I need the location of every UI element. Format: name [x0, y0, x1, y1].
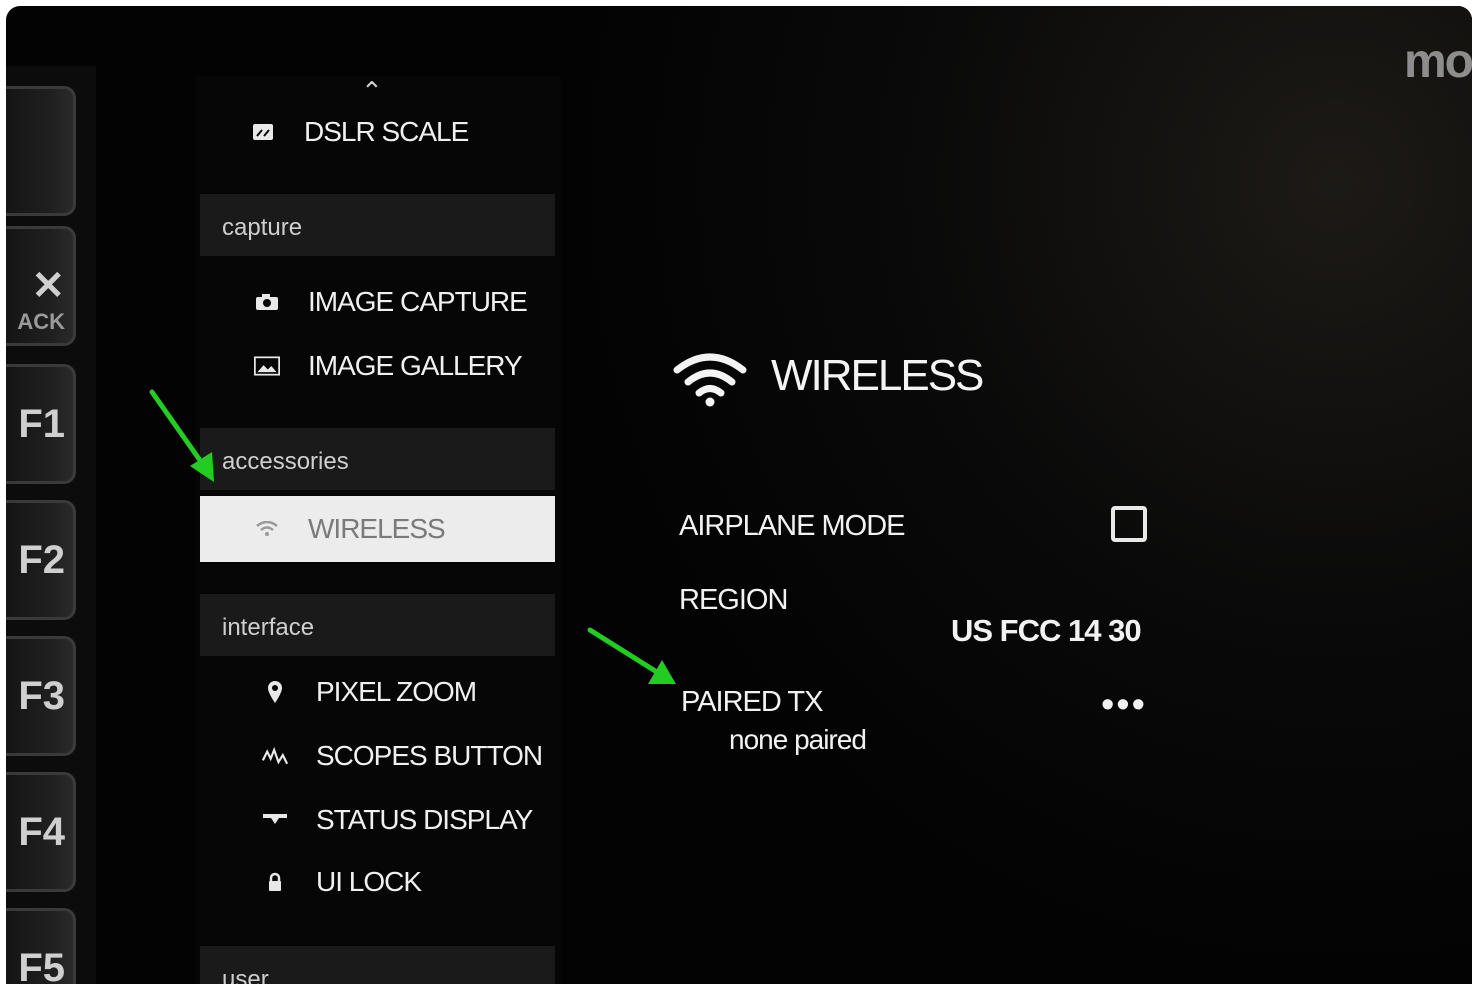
- status-bar-icon: [262, 807, 288, 833]
- camera-icon: [254, 289, 280, 315]
- airplane-mode-checkbox[interactable]: [1111, 506, 1147, 542]
- hardware-key-f4[interactable]: F4: [6, 772, 76, 892]
- paired-tx-label: PAIRED TX: [681, 686, 823, 718]
- hardware-key-f1[interactable]: F1: [6, 364, 76, 484]
- more-options-button[interactable]: •••: [1101, 686, 1147, 724]
- section-label: user: [222, 966, 269, 984]
- chevron-up-icon[interactable]: ⌃: [361, 76, 383, 107]
- wifi-icon: [254, 516, 280, 542]
- back-key-sub: ACK: [17, 309, 65, 334]
- annotation-arrow-paired-tx: [587, 627, 676, 684]
- pin-icon: [262, 679, 288, 705]
- lock-icon: [262, 869, 288, 895]
- menu-item-label: STATUS DISPLAY: [316, 804, 533, 835]
- image-gallery-icon: [254, 353, 280, 379]
- f3-key-label: F3: [18, 673, 65, 718]
- f4-key-label: F4: [18, 809, 65, 854]
- section-label: interface: [222, 614, 315, 641]
- menu-item-wireless[interactable]: WIRELESS: [200, 496, 555, 562]
- menu-item-status-display[interactable]: STATUS DISPLAY: [262, 804, 533, 836]
- menu-item-label: UI LOCK: [316, 866, 422, 897]
- hardware-key-top[interactable]: [6, 86, 76, 216]
- region-value[interactable]: US FCC 14 30: [951, 613, 1142, 649]
- section-user: user: [200, 946, 555, 984]
- brand-logo: mo: [1404, 35, 1472, 88]
- section-capture: capture: [200, 194, 555, 256]
- menu-item-label: DSLR SCALE: [304, 116, 469, 147]
- scale-icon: [250, 119, 276, 145]
- hardware-key-f2[interactable]: F2: [6, 500, 76, 620]
- panel-title: WIRELESS: [771, 351, 984, 400]
- wifi-icon: [673, 353, 747, 407]
- screen-photo: ✕ ACK F1 F2 F3 F4 F5 ⌃ DSLR SCALE captur…: [6, 6, 1472, 984]
- hardware-key-f5[interactable]: F5: [6, 908, 76, 984]
- menu-item-pixel-zoom[interactable]: PIXEL ZOOM: [262, 676, 477, 708]
- annotation-arrow-accessories: [149, 389, 214, 482]
- waveform-icon: [262, 743, 288, 769]
- menu-item-label: SCOPES BUTTON: [316, 740, 543, 771]
- menu-item-label: WIRELESS: [308, 513, 446, 544]
- section-label: capture: [222, 214, 303, 241]
- wireless-settings-panel: mo WIRELESS AIRPLANE MODE REGION US FCC …: [561, 6, 1472, 984]
- section-interface: interface: [200, 594, 555, 656]
- menu-item-ui-lock[interactable]: UI LOCK: [262, 866, 422, 898]
- settings-menu: ⌃ DSLR SCALE capture IMAGE CAPTURE IMAGE…: [196, 76, 561, 984]
- menu-item-label: IMAGE GALLERY: [308, 350, 523, 381]
- airplane-mode-label: AIRPLANE MODE: [679, 510, 905, 542]
- paired-tx-value: none paired: [729, 724, 867, 755]
- menu-item-label: PIXEL ZOOM: [316, 676, 477, 707]
- hardware-key-f3[interactable]: F3: [6, 636, 76, 756]
- f1-key-label: F1: [18, 401, 65, 446]
- section-label: accessories: [222, 448, 349, 475]
- back-key-label: ✕: [31, 264, 65, 308]
- menu-item-image-gallery[interactable]: IMAGE GALLERY: [254, 350, 523, 382]
- hardware-key-back[interactable]: ✕ ACK: [6, 226, 76, 346]
- f5-key-label: F5: [18, 945, 65, 984]
- menu-item-label: IMAGE CAPTURE: [308, 286, 528, 317]
- section-accessories: accessories: [200, 428, 555, 490]
- hardware-key-strip: ✕ ACK F1 F2 F3 F4 F5: [6, 66, 96, 984]
- region-label: REGION: [679, 584, 788, 616]
- menu-item-dslr-scale[interactable]: DSLR SCALE: [250, 116, 469, 148]
- menu-item-image-capture[interactable]: IMAGE CAPTURE: [254, 286, 528, 318]
- f2-key-label: F2: [18, 537, 65, 582]
- menu-item-scopes-button[interactable]: SCOPES BUTTON: [262, 740, 543, 772]
